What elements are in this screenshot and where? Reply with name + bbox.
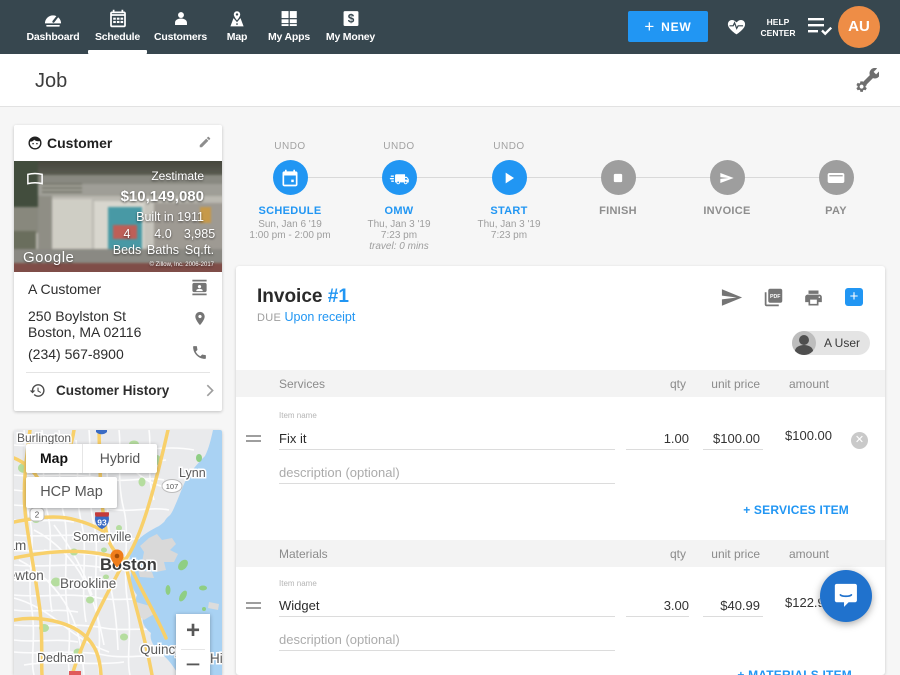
svg-text:$: $ <box>347 12 354 26</box>
svg-text:Boston: Boston <box>100 556 157 574</box>
svg-text:Newton: Newton <box>14 568 44 583</box>
svg-text:107: 107 <box>166 482 179 491</box>
svg-text:Lynn: Lynn <box>179 466 206 480</box>
svg-text:93: 93 <box>97 518 107 528</box>
svg-text:PDF: PDF <box>770 294 781 300</box>
svg-text:ham: ham <box>14 538 26 553</box>
svg-text:Burlington: Burlington <box>17 431 71 445</box>
svg-text:Somerville: Somerville <box>73 530 131 544</box>
svg-text:Hi: Hi <box>210 651 222 666</box>
svg-text:Dedham: Dedham <box>37 651 84 665</box>
svg-text:Brookline: Brookline <box>60 576 116 591</box>
svg-text:2: 2 <box>35 511 40 520</box>
